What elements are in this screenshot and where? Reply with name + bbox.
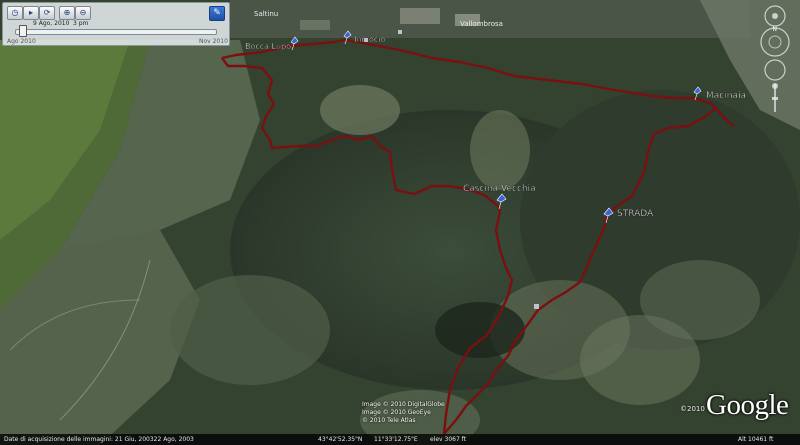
latitude-readout: 43°42'52.35"N (318, 436, 363, 443)
clock-icon[interactable]: ◷ (7, 6, 23, 20)
place-label-saltinu: Saltinu (254, 10, 278, 18)
imagery-date: Date di acquisizione delle immagini: 21 … (4, 436, 194, 443)
imagery-credits: Image © 2010 DigitalGlobe Image © 2010 G… (362, 401, 445, 425)
eye-altitude-readout: Alt 10461 ft (738, 436, 774, 443)
time-slider-date: 9 Ago, 2010 (33, 20, 70, 27)
time-slider-track[interactable] (15, 29, 217, 35)
credit-line: Image © 2010 DigitalGlobe (362, 401, 445, 408)
time-slider-panel: ◷ ▸ ⟳ ⊕ ⊖ ✎ 9 Ago, 2010 3 pm Ago 2010 No… (2, 2, 230, 46)
satellite-map[interactable]: Saltinu Vallombrosa Bocca Lupo Incrocio … (0, 0, 800, 445)
placemark-label: Incrocio (354, 35, 385, 44)
logo-year: ©2010 (680, 405, 705, 413)
longitude-readout: 11°33'12.75"E (374, 436, 418, 443)
time-slider-time: 3 pm (73, 20, 89, 27)
credit-line: Image © 2010 GeoEye (362, 409, 431, 416)
time-slider-end: Nov 2010 (199, 38, 228, 45)
zoom-in-time-icon[interactable]: ⊕ (59, 6, 75, 20)
time-slider-start: Ago 2010 (7, 38, 36, 45)
zoom-slider-icon[interactable] (772, 83, 778, 112)
look-joystick-icon[interactable] (764, 5, 786, 27)
status-bar: Date di acquisizione delle immagini: 21 … (0, 434, 800, 445)
placemark-label: Macinaia (706, 91, 746, 101)
navigation-controls[interactable]: N (752, 4, 798, 114)
play-icon[interactable]: ▸ (23, 6, 39, 20)
credit-line: © 2010 Tele Atlas (362, 417, 416, 424)
placemark-label: Cascina Vecchia (463, 184, 536, 194)
compass-icon[interactable]: N (760, 26, 790, 57)
move-joystick-icon[interactable] (764, 59, 786, 81)
svg-text:N: N (773, 26, 778, 33)
google-logo: Google (706, 389, 789, 421)
loop-icon[interactable]: ⟳ (39, 6, 55, 20)
placemark-label: Bocca Lupo (245, 42, 291, 51)
place-label-vallombrosa: Vallombrosa (460, 20, 503, 28)
zoom-out-time-icon[interactable]: ⊖ (75, 6, 91, 20)
placemark-label: STRADA (617, 209, 654, 219)
time-slider-thumb[interactable] (19, 25, 27, 37)
elevation-readout: elev 3067 ft (430, 436, 467, 443)
settings-icon[interactable]: ✎ (209, 6, 225, 21)
